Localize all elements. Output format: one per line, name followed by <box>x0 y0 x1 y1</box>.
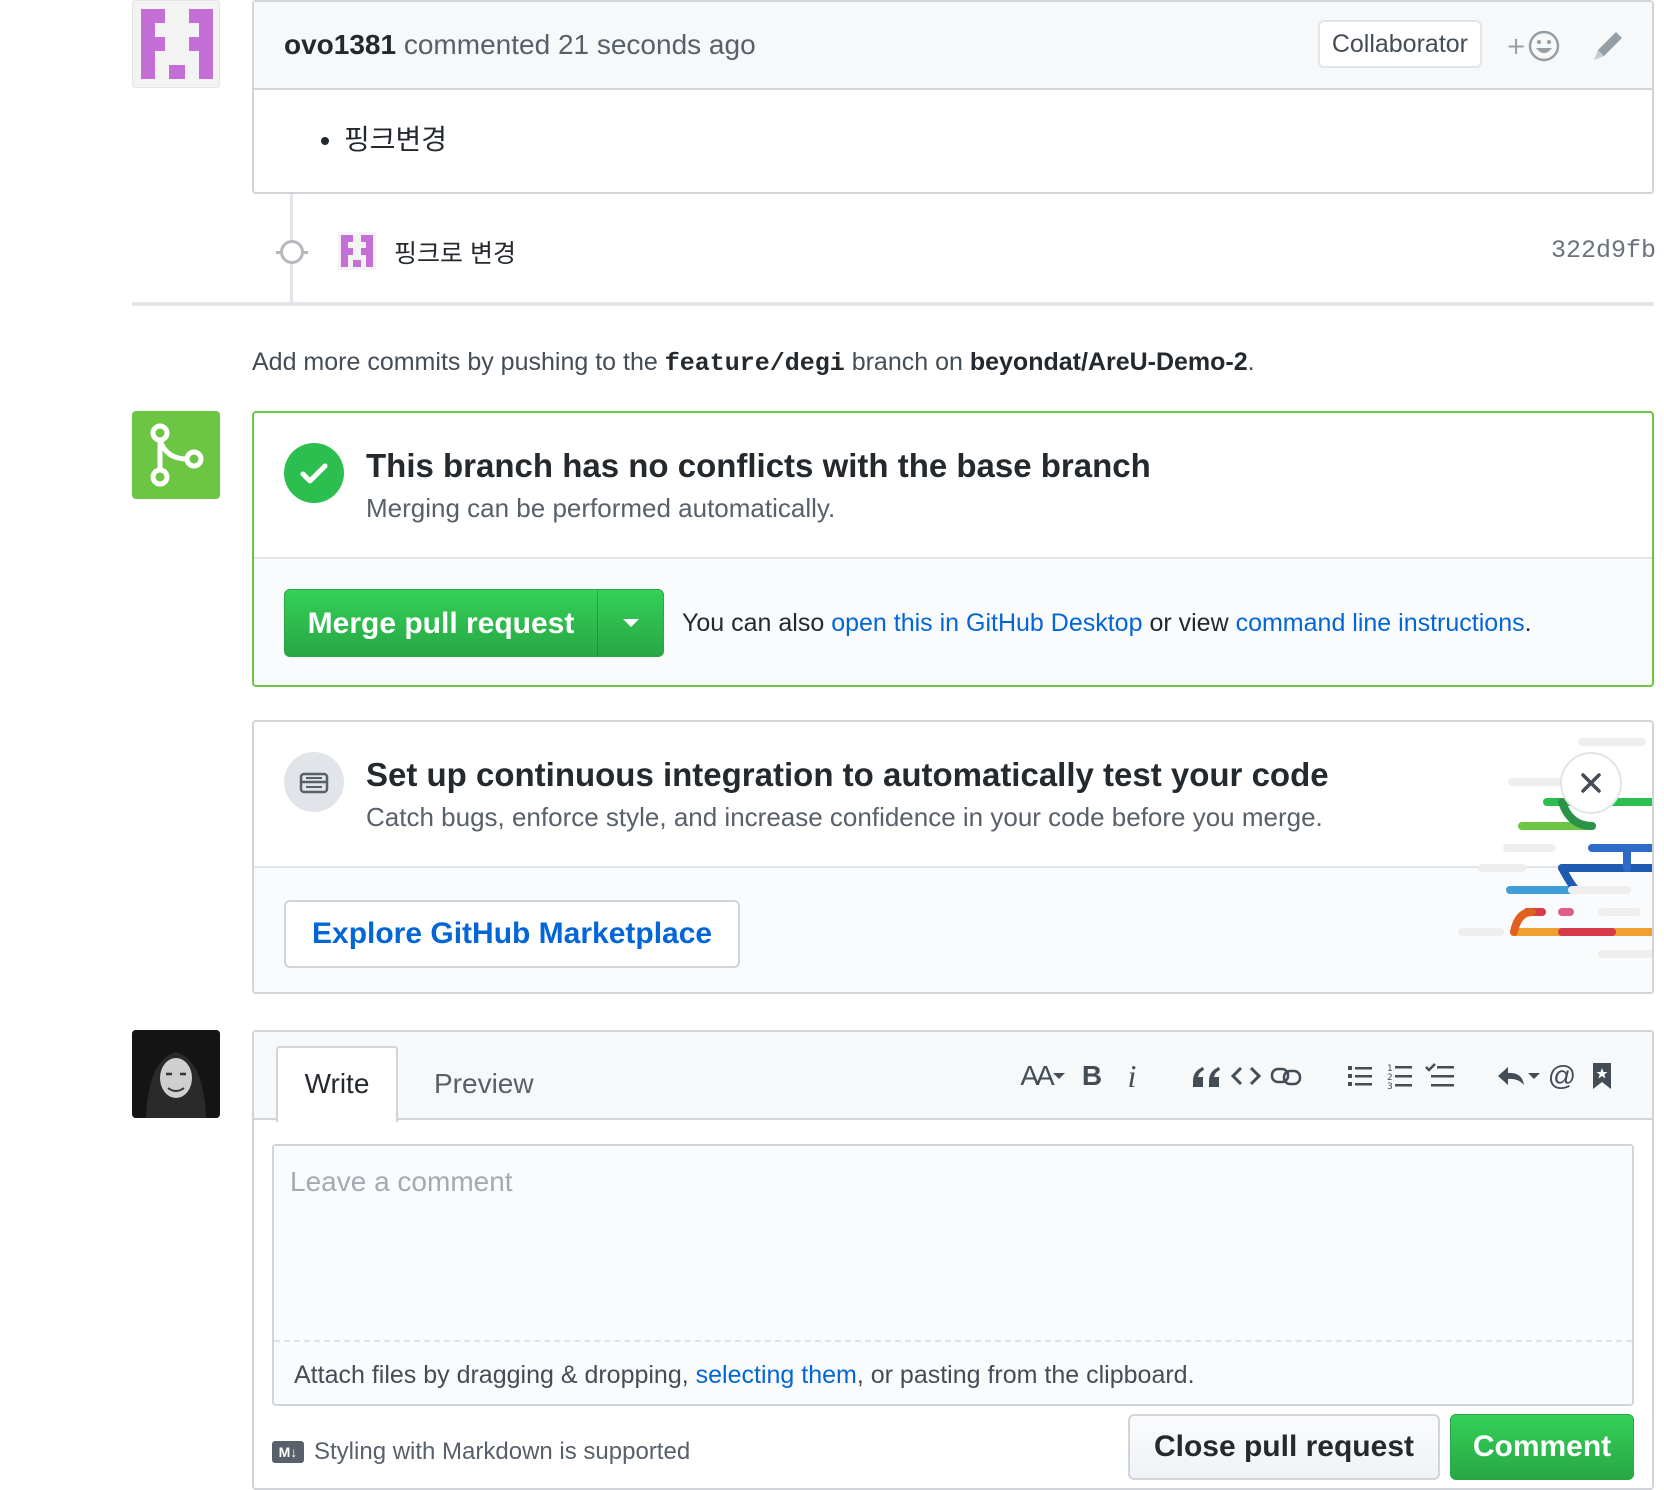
markdown-icon: M↓ <box>272 1441 304 1463</box>
bullet-list-icon <box>1348 1066 1372 1086</box>
open-in-desktop-link[interactable]: open this in GitHub Desktop <box>831 609 1142 637</box>
reference-tool-button[interactable] <box>1582 1056 1622 1096</box>
mention-tool-button[interactable]: @ <box>1542 1056 1582 1096</box>
comment-author[interactable]: ovo1381 <box>284 29 396 61</box>
explore-marketplace-button[interactable]: Explore GitHub Marketplace <box>284 900 741 968</box>
comment-editor: Attach files by dragging & dropping, sel… <box>272 1144 1634 1406</box>
tab-write[interactable]: Write <box>276 1046 398 1122</box>
comment-author-avatar[interactable] <box>132 0 220 88</box>
attach-prefix: Attach files by dragging & dropping, <box>294 1361 689 1389</box>
add-reaction-button[interactable]: + <box>1504 26 1568 66</box>
unordered-list-tool-button[interactable] <box>1340 1056 1380 1096</box>
git-merge-icon <box>150 423 204 487</box>
command-line-instructions-link[interactable]: command line instructions <box>1236 609 1525 637</box>
merge-alt-middle: or view <box>1149 609 1229 637</box>
edit-comment-button[interactable] <box>1590 26 1626 66</box>
merge-pull-request-button[interactable]: Merge pull request <box>285 590 597 656</box>
italic-tool-button[interactable]: i <box>1112 1056 1152 1096</box>
numbered-list-icon: 123 <box>1387 1064 1412 1090</box>
text-size-icon: AA <box>1020 1060 1054 1091</box>
svg-text:3: 3 <box>1387 1082 1393 1090</box>
check-circle-icon <box>284 443 344 503</box>
ci-promo-box: Set up continuous integration to automat… <box>252 720 1654 994</box>
merge-actions: Merge pull request You can also open thi… <box>254 559 1652 685</box>
code-icon <box>1231 1066 1261 1086</box>
comment-list-item: 핑크변경 <box>344 118 1602 158</box>
push-hint: Add more commits by pushing to the featu… <box>252 348 1255 378</box>
merge-alt-suffix: . <box>1524 609 1532 637</box>
push-hint-middle: branch on <box>851 348 963 376</box>
commit-node-icon <box>280 240 304 264</box>
merge-status-subtitle: Merging can be performed automatically. <box>366 493 836 523</box>
merge-alt-prefix: You can also <box>682 609 825 637</box>
markdown-toolbar: AA B i 1 2 3 @ <box>1014 1054 1622 1098</box>
timeline-divider <box>132 302 1654 306</box>
merge-method-dropdown[interactable] <box>597 590 663 656</box>
current-user-avatar[interactable] <box>132 1030 220 1118</box>
caret-down-icon <box>622 619 639 627</box>
italic-icon: i <box>1127 1057 1137 1094</box>
reply-icon <box>1498 1067 1540 1085</box>
merge-button-group: Merge pull request <box>284 589 664 657</box>
repo-name: beyondat/AreU-Demo-2 <box>969 348 1248 376</box>
merge-alternatives: You can also open this in GitHub Desktop… <box>682 609 1532 638</box>
saved-reply-tool-button[interactable] <box>1494 1056 1542 1096</box>
comment-textarea[interactable] <box>274 1146 1632 1342</box>
at-sign-icon: @ <box>1547 1060 1577 1091</box>
close-pull-request-button[interactable]: Close pull request <box>1127 1414 1440 1480</box>
code-tool-button[interactable] <box>1226 1056 1266 1096</box>
bold-icon: B <box>1081 1060 1103 1091</box>
task-list-icon <box>1425 1063 1454 1087</box>
comment-submit-button[interactable]: Comment <box>1450 1414 1634 1480</box>
collaborator-badge: Collaborator <box>1317 20 1482 68</box>
comment-action: commented <box>403 29 551 60</box>
comment-timestamp[interactable]: 21 seconds ago <box>558 29 756 61</box>
ci-promo-actions: Explore GitHub Marketplace <box>254 868 1652 992</box>
ci-promo-title: Set up continuous integration to automat… <box>366 756 1329 793</box>
ci-promo-subtitle: Catch bugs, enforce style, and increase … <box>366 802 1323 832</box>
heading-tool-button[interactable]: AA <box>1014 1056 1072 1096</box>
link-tool-button[interactable] <box>1266 1056 1306 1096</box>
comment-form-header: Write Preview AA B i 1 2 3 @ <box>254 1032 1652 1122</box>
new-comment-form: Write Preview AA B i 1 2 3 @ Leave a com… <box>252 1030 1654 1490</box>
push-hint-prefix: Add more commits by pushing to the <box>252 348 658 376</box>
push-hint-suffix: . <box>1247 348 1255 376</box>
ordered-list-tool-button[interactable]: 123 <box>1380 1056 1420 1096</box>
bold-tool-button[interactable]: B <box>1072 1056 1112 1096</box>
comment-body: 핑크변경 <box>254 90 1652 186</box>
merge-status-tile <box>132 411 220 499</box>
caret-down-icon <box>1052 1073 1065 1079</box>
smiley-icon: + <box>1506 30 1560 62</box>
merge-status: This branch has no conflicts with the ba… <box>254 413 1652 559</box>
commit-sha[interactable]: 322d9fb <box>1551 236 1656 265</box>
markdown-support-note[interactable]: M↓ Styling with Markdown is supported <box>272 1438 690 1466</box>
markdown-note-text: Styling with Markdown is supported <box>314 1438 691 1465</box>
commit-message[interactable]: 핑크로 변경 <box>394 234 516 270</box>
select-files-link[interactable]: selecting them <box>696 1361 857 1389</box>
dismiss-ci-promo-button[interactable] <box>1560 752 1622 814</box>
quote-icon <box>1193 1067 1220 1087</box>
link-icon <box>1270 1067 1302 1086</box>
merge-box: This branch has no conflicts with the ba… <box>252 411 1654 687</box>
quote-tool-button[interactable] <box>1186 1056 1226 1096</box>
commit-author-avatar[interactable] <box>338 232 376 270</box>
ci-pipeline-illustration <box>1458 738 1652 958</box>
svg-text:+: + <box>1506 32 1526 60</box>
pencil-icon <box>1594 32 1622 60</box>
ci-promo-header: Set up continuous integration to automat… <box>254 722 1652 868</box>
branch-name: feature/degi <box>664 349 845 378</box>
task-list-tool-button[interactable] <box>1420 1056 1460 1096</box>
merge-status-title: This branch has no conflicts with the ba… <box>366 447 1151 484</box>
bookmark-icon <box>1593 1063 1611 1089</box>
comment-card: ovo1381 commented 21 seconds ago Collabo… <box>252 0 1654 194</box>
close-icon <box>1581 773 1601 793</box>
attach-suffix: , or pasting from the clipboard. <box>856 1361 1195 1389</box>
attach-files-hint[interactable]: Attach files by dragging & dropping, sel… <box>274 1347 1632 1404</box>
ci-server-icon <box>284 752 344 812</box>
tab-preview[interactable]: Preview <box>434 1046 534 1122</box>
